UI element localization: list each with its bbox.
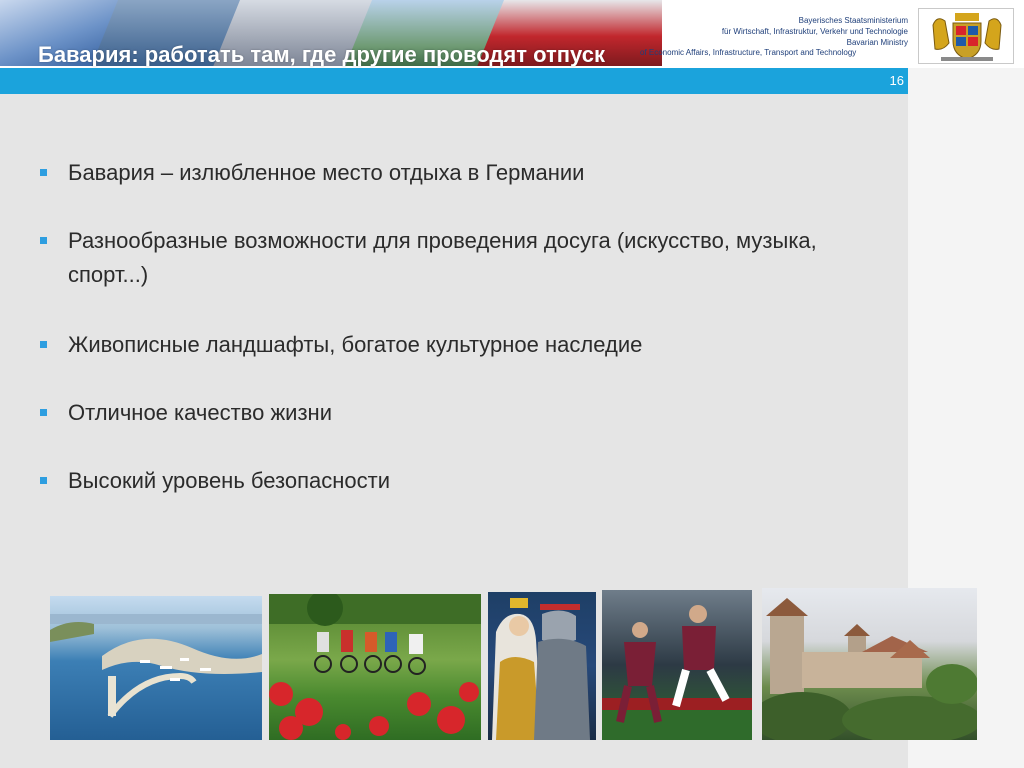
bullet-square-icon	[40, 409, 47, 416]
bullet-item: Отличное качество жизни	[40, 396, 860, 430]
ministry-line: Bavarian Ministry	[846, 38, 908, 47]
bullet-item: Бавария – излюбленное место отдыха в Гер…	[40, 156, 860, 190]
coat-of-arms-icon	[932, 13, 1002, 61]
ministry-line: für Wirtschaft, Infrastruktur, Verkehr u…	[721, 27, 908, 36]
bullet-list: Бавария – излюбленное место отдыха в Гер…	[40, 156, 860, 498]
page-number: 16	[889, 73, 904, 88]
bullet-square-icon	[40, 341, 47, 348]
costume-knight-photo	[488, 592, 596, 740]
ministry-name: Bayerisches Staatsministerium für Wirtsc…	[722, 15, 908, 48]
ministry-tagline: of Economic Affairs, Infrastructure, Tra…	[640, 48, 857, 57]
header: Бавария: работать там, где другие провод…	[0, 0, 1024, 68]
bullet-text: Разнообразные возможности для проведения…	[68, 228, 817, 287]
bullet-square-icon	[40, 169, 47, 176]
football-players-photo	[602, 590, 752, 740]
bullet-item: Живописные ландшафты, богатое культурное…	[40, 328, 860, 362]
bullet-square-icon	[40, 237, 47, 244]
header-accent-bar: 16	[0, 68, 908, 94]
slide-title: Бавария: работать там, где другие провод…	[38, 42, 605, 67]
ministry-line: Bayerisches Staatsministerium	[798, 16, 908, 25]
bullet-text: Живописные ландшафты, богатое культурное…	[68, 332, 643, 357]
castle-photo	[762, 588, 977, 740]
bullet-item: Разнообразные возможности для проведения…	[40, 224, 860, 292]
bullet-text: Отличное качество жизни	[68, 400, 332, 425]
bullet-square-icon	[40, 477, 47, 484]
bullet-text: Высокий уровень безопасности	[68, 468, 390, 493]
bullet-text: Бавария – излюбленное место отдыха в Гер…	[68, 160, 585, 185]
bavarian-coat-of-arms-logo	[918, 8, 1014, 64]
bullet-item: Высокий уровень безопасности	[40, 464, 860, 498]
cyclists-photo	[269, 594, 481, 740]
harbor-photo	[50, 596, 262, 740]
